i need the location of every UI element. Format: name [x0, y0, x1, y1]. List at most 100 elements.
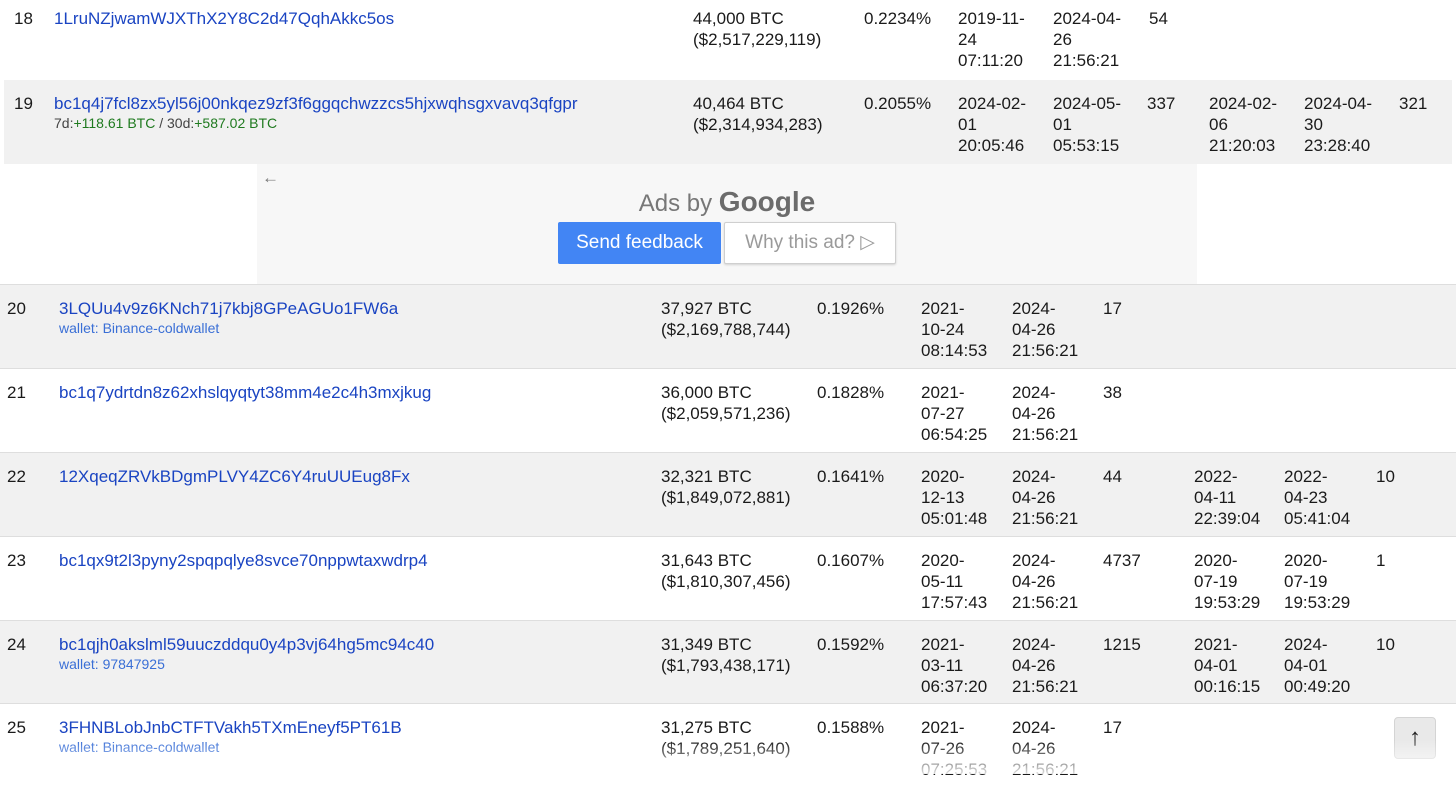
balance-usd: ($1,849,072,881) [661, 488, 791, 507]
first-in-cell: 2024-02- 01 20:05:46 [958, 93, 1026, 156]
time-part: 05:53:15 [1053, 136, 1120, 155]
percent-cell: 0.1926% [817, 299, 885, 318]
date-part: 2019-11- [958, 9, 1025, 28]
date-part: 10-24 [921, 320, 965, 339]
ads-by-text: Ads by [638, 190, 719, 217]
balance-cell: 31,349 BTC ($1,793,438,171) [661, 634, 791, 676]
address-link[interactable]: bc1q4j7fcl8zx5yl56j00nkqez9zf3f6ggqchwzz… [54, 94, 578, 113]
first-in-cell: 2021- 07-26 07:25:53 [921, 717, 987, 780]
date-part: 04-26 [1012, 488, 1056, 507]
balance-btc: 31,275 BTC [661, 718, 752, 737]
balance-usd: ($1,793,438,171) [661, 656, 791, 675]
time-part: 21:56:21 [1012, 593, 1079, 612]
balance-btc: 36,000 BTC [661, 383, 752, 402]
first-in-cell: 2021- 07-27 06:54:25 [921, 382, 987, 445]
wallet-link[interactable]: wallet: 97847925 [59, 656, 165, 672]
percent-cell: 0.1592% [817, 635, 885, 654]
balance-cell: 31,275 BTC ($1,789,251,640) [661, 717, 791, 759]
address-cell: bc1q7ydrtdn8z62xhslqyqtyt38mm4e2c4h3mxjk… [59, 382, 431, 403]
first-in-cell: 2019-11- 24 07:11:20 [958, 8, 1025, 71]
date-part: 24 [958, 30, 977, 49]
balance-btc: 40,464 BTC [693, 94, 784, 113]
balance-btc: 31,643 BTC [661, 551, 752, 570]
last-in-cell: 2024- 04-26 21:56:21 [1012, 466, 1078, 529]
time-part: 20:05:46 [958, 136, 1025, 155]
change-30d-value: +587.02 BTC [194, 115, 278, 131]
balance-btc: 32,321 BTC [661, 467, 752, 486]
table-row: 22 12XqeqZRVkBDgmPLVY4ZC6Y4ruUUEug8Fx 32,3… [0, 452, 1456, 537]
why-this-ad-button[interactable]: Why this ad? ▷ [724, 222, 896, 264]
last-out-cell: 2024- 04-01 00:49:20 [1284, 634, 1350, 697]
first-out-cell: 2020- 07-19 19:53:29 [1194, 550, 1260, 613]
table-row: 25 3FHNBLobJnbCTFTVakh5TXmEneyf5PT61B wall… [0, 703, 1456, 788]
table-row: 23 bc1qx9t2l3pyny2spqpqlye8svce70nppwtaxw… [0, 536, 1456, 621]
balance-usd: ($2,314,934,283) [693, 115, 823, 134]
separator: / [155, 115, 167, 131]
rank-cell: 18 [14, 9, 33, 28]
change-7d-value: +118.61 BTC [73, 115, 156, 131]
send-feedback-button[interactable]: Send feedback [558, 222, 721, 264]
time-part: 21:56:21 [1053, 51, 1120, 70]
scroll-to-top-button[interactable]: ↑ [1394, 717, 1436, 759]
address-link[interactable]: 12XqeqZRVkBDgmPLVY4ZC6Y4ruUUEug8Fx [59, 467, 410, 486]
balance-change: 7d:+118.61 BTC / 30d:+587.02 BTC [54, 115, 578, 132]
ins-count-cell: 17 [1103, 299, 1122, 318]
address-link[interactable]: 3FHNBLobJnbCTFTVakh5TXmEneyf5PT61B [59, 718, 402, 737]
time-part: 06:54:25 [921, 425, 988, 444]
outs-count-cell: 1 [1376, 551, 1386, 570]
ins-count-cell: 54 [1149, 9, 1168, 28]
wallet-link[interactable]: wallet: Binance-coldwallet [59, 320, 219, 336]
date-part: 04-01 [1194, 656, 1238, 675]
time-part: 23:28:40 [1304, 136, 1371, 155]
time-part: 08:14:53 [921, 341, 988, 360]
address-link[interactable]: 3LQUu4v9z6KNch71j7kbj8GPeAGUo1FW6a [59, 299, 398, 318]
time-part: 22:39:04 [1194, 509, 1261, 528]
date-part: 2021- [921, 383, 965, 402]
back-arrow-icon[interactable]: ← [262, 168, 279, 188]
ins-count-cell: 44 [1103, 467, 1122, 486]
ins-count-cell: 17 [1103, 718, 1122, 737]
balance-btc: 37,927 BTC [661, 299, 752, 318]
time-part: 19:53:29 [1194, 593, 1261, 612]
date-part: 04-26 [1012, 404, 1056, 423]
address-cell: 3LQUu4v9z6KNch71j7kbj8GPeAGUo1FW6a wallet… [59, 298, 398, 337]
first-out-cell: 2024-02- 06 21:20:03 [1209, 93, 1277, 156]
date-part: 2022- [1194, 467, 1238, 486]
date-part: 04-01 [1284, 656, 1328, 675]
date-part: 2020- [1194, 551, 1238, 570]
address-link[interactable]: bc1qx9t2l3pyny2spqpqlye8svce70nppwtaxwdr… [59, 551, 428, 570]
balance-usd: ($2,059,571,236) [661, 404, 791, 423]
time-part: 00:16:15 [1194, 677, 1261, 696]
rank-cell: 22 [7, 467, 26, 486]
date-part: 01 [1053, 115, 1072, 134]
last-in-cell: 2024- 04-26 21:56:21 [1012, 298, 1078, 361]
date-part: 2024- [1012, 718, 1056, 737]
address-link[interactable]: bc1qjh0akslml59uuczddqu0y4p3vj64hg5mc94c… [59, 635, 434, 654]
last-in-cell: 2024- 04-26 21:56:21 [1012, 717, 1078, 780]
date-part: 2020- [921, 467, 965, 486]
first-out-cell: 2021- 04-01 00:16:15 [1194, 634, 1260, 697]
time-part: 21:20:03 [1209, 136, 1276, 155]
rank-cell: 24 [7, 635, 26, 654]
date-part: 2021- [921, 635, 965, 654]
date-part: 2024-04- [1304, 94, 1373, 113]
date-part: 07-19 [1194, 572, 1238, 591]
ins-count-cell: 4737 [1103, 551, 1141, 570]
date-part: 2024- [1012, 383, 1056, 402]
date-part: 07-26 [921, 739, 965, 758]
address-link[interactable]: bc1q7ydrtdn8z62xhslqyqtyt38mm4e2c4h3mxjk… [59, 383, 431, 402]
date-part: 2024- [1012, 467, 1056, 486]
address-link[interactable]: 1LruNZjwamWJXThX2Y8C2d47QqhAkkc5os [54, 9, 394, 28]
percent-cell: 0.1828% [817, 383, 885, 402]
date-part: 2024- [1284, 635, 1328, 654]
table-row: 18 1LruNZjwamWJXThX2Y8C2d47QqhAkkc5os 44… [0, 0, 1456, 80]
date-part: 01 [958, 115, 977, 134]
date-part: 07-19 [1284, 572, 1328, 591]
date-part: 2020- [921, 551, 965, 570]
date-part: 2024- [1012, 551, 1056, 570]
balance-usd: ($1,789,251,640) [661, 739, 791, 758]
rank-cell: 20 [7, 299, 26, 318]
date-part: 2024-04- [1053, 9, 1122, 28]
wallet-link[interactable]: wallet: Binance-coldwallet [59, 739, 219, 755]
last-in-cell: 2024- 04-26 21:56:21 [1012, 382, 1078, 445]
